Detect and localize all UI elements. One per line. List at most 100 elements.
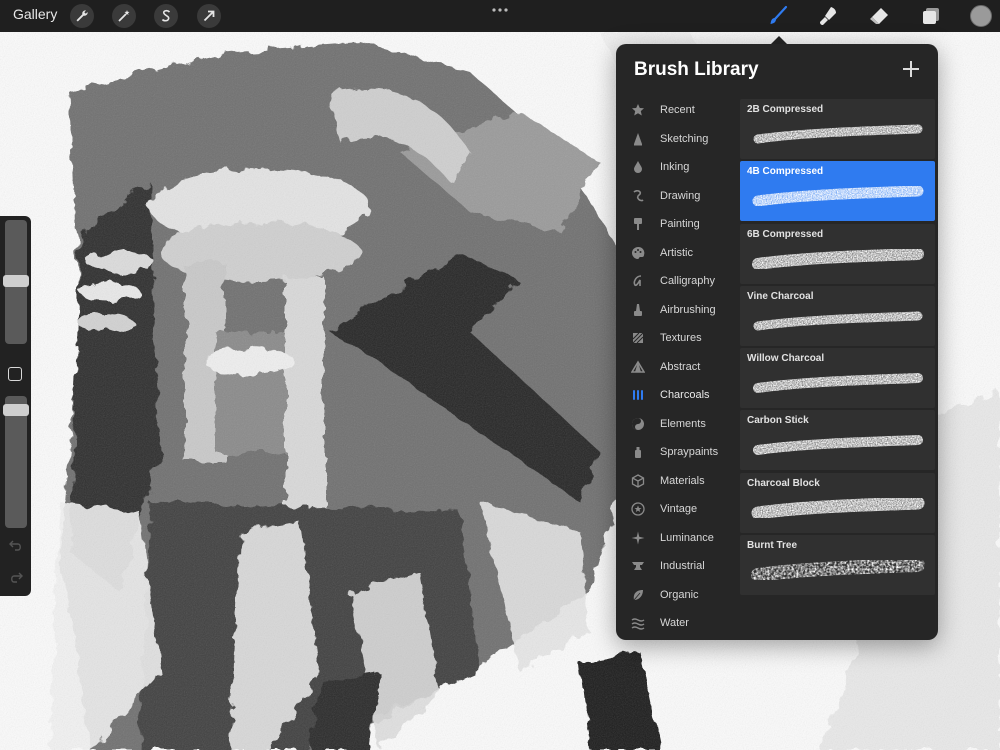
texture-icon — [630, 330, 646, 346]
brush-item-6b-compressed[interactable]: 6B Compressed — [740, 223, 935, 284]
category-label: Spraypaints — [660, 446, 719, 459]
category-label: Materials — [660, 474, 705, 487]
category-abstract[interactable]: Abstract — [616, 353, 740, 382]
category-label: Inking — [660, 161, 690, 174]
brush-item-vine-charcoal[interactable]: Vine Charcoal — [740, 285, 935, 346]
category-drawing[interactable]: Drawing — [616, 182, 740, 211]
more-options-icon[interactable] — [490, 2, 510, 12]
triangle-icon — [630, 359, 646, 375]
brush-stroke-preview — [751, 496, 925, 520]
waves-icon — [630, 615, 646, 631]
layers-icon[interactable] — [918, 4, 944, 28]
category-vintage[interactable]: Vintage — [616, 495, 740, 524]
wrench-icon[interactable] — [70, 4, 94, 28]
category-industrial[interactable]: Industrial — [616, 552, 740, 581]
plus-icon[interactable] — [901, 59, 921, 79]
category-label: Elements — [660, 417, 706, 430]
category-label: Vintage — [660, 503, 698, 516]
squiggle-icon — [630, 188, 646, 204]
category-label: Luminance — [660, 531, 714, 544]
category-sketching[interactable]: Sketching — [616, 125, 740, 154]
brush-name: Vine Charcoal — [747, 290, 814, 302]
pencil-tip-icon — [630, 131, 646, 147]
category-elements[interactable]: Elements — [616, 410, 740, 439]
brush-stroke-preview — [751, 558, 925, 583]
brush-list: 2B Compressed 4B Compressed 6B Compressed V… — [740, 99, 935, 597]
ink-drop-icon — [630, 159, 646, 175]
eraser-icon[interactable] — [866, 4, 892, 28]
category-label: Organic — [660, 588, 699, 601]
yin-yang-icon — [630, 416, 646, 432]
brush-library-panel: Brush Library Recent Sketching Inking Drawi… — [616, 44, 938, 640]
magic-wand-icon[interactable] — [112, 4, 136, 28]
category-calligraphy[interactable]: Calligraphy — [616, 267, 740, 296]
sparkle-icon — [630, 530, 646, 546]
smudge-icon[interactable] — [815, 4, 841, 28]
brush-stroke-preview — [752, 247, 924, 270]
brush-item-carbon-stick[interactable]: Carbon Stick — [740, 410, 935, 471]
category-organic[interactable]: Organic — [616, 581, 740, 610]
top-toolbar: Gallery — [0, 0, 1000, 32]
redo-icon[interactable] — [8, 570, 24, 584]
brush-stroke-preview — [753, 124, 923, 144]
brush-name: Carbon Stick — [747, 415, 809, 427]
brush-item-2b-compressed[interactable]: 2B Compressed — [740, 99, 935, 159]
category-label: Charcoals — [660, 389, 710, 402]
charcoal-sticks-icon — [630, 387, 646, 403]
anvil-icon — [630, 558, 646, 574]
brush-name: 4B Compressed — [747, 166, 824, 178]
brush-icon[interactable] — [765, 4, 791, 28]
palette-icon — [630, 245, 646, 261]
category-label: Industrial — [660, 560, 705, 573]
brush-name: Burnt Tree — [747, 540, 798, 552]
category-label: Abstract — [660, 360, 701, 373]
category-list: Recent Sketching Inking Drawing Painting Arti… — [616, 96, 740, 638]
brush-stroke-preview — [753, 311, 923, 331]
paintbrush-icon — [630, 216, 646, 232]
category-charcoals[interactable]: Charcoals — [616, 381, 740, 410]
panel-title: Brush Library — [634, 59, 759, 80]
gallery-button[interactable]: Gallery — [13, 6, 57, 22]
category-label: Artistic — [660, 246, 693, 259]
category-label: Calligraphy — [660, 275, 716, 288]
brush-item-burnt-tree[interactable]: Burnt Tree — [740, 535, 935, 596]
color-picker-button[interactable] — [970, 5, 992, 27]
arrow-icon[interactable] — [197, 4, 221, 28]
category-label: Textures — [660, 332, 702, 345]
leaf-icon — [630, 587, 646, 603]
brush-stroke-preview — [753, 373, 923, 394]
undo-icon[interactable] — [8, 538, 24, 552]
brush-name: Willow Charcoal — [747, 353, 825, 365]
brush-item-willow-charcoal[interactable]: Willow Charcoal — [740, 348, 935, 409]
opacity-slider[interactable] — [3, 396, 29, 528]
category-artistic[interactable]: Artistic — [616, 239, 740, 268]
left-sidebar — [0, 216, 31, 596]
brush-size-thumb[interactable] — [3, 275, 29, 287]
category-luminance[interactable]: Luminance — [616, 524, 740, 553]
category-label: Water — [660, 617, 689, 630]
category-label: Painting — [660, 218, 700, 231]
selection-s-icon[interactable] — [154, 4, 178, 28]
opacity-thumb[interactable] — [3, 403, 29, 416]
category-water[interactable]: Water — [616, 609, 740, 638]
category-airbrushing[interactable]: Airbrushing — [616, 296, 740, 325]
star-icon — [630, 102, 646, 118]
category-label: Recent — [660, 104, 695, 117]
brush-name: Charcoal Block — [747, 477, 820, 489]
category-inking[interactable]: Inking — [616, 153, 740, 182]
category-recent[interactable]: Recent — [616, 96, 740, 125]
category-textures[interactable]: Textures — [616, 324, 740, 353]
square-icon[interactable] — [8, 367, 22, 381]
brush-size-slider[interactable] — [3, 220, 29, 344]
category-label: Sketching — [660, 132, 709, 145]
category-painting[interactable]: Painting — [616, 210, 740, 239]
brush-stroke-preview — [753, 435, 923, 456]
airbrush-icon — [630, 302, 646, 318]
category-materials[interactable]: Materials — [616, 467, 740, 496]
brush-item-4b-compressed[interactable]: 4B Compressed — [740, 161, 935, 222]
category-spraypaints[interactable]: Spraypaints — [616, 438, 740, 467]
vintage-star-icon — [630, 501, 646, 517]
category-label: Airbrushing — [660, 303, 716, 316]
brush-item-charcoal-block[interactable]: Charcoal Block — [740, 472, 935, 533]
category-label: Drawing — [660, 189, 701, 202]
